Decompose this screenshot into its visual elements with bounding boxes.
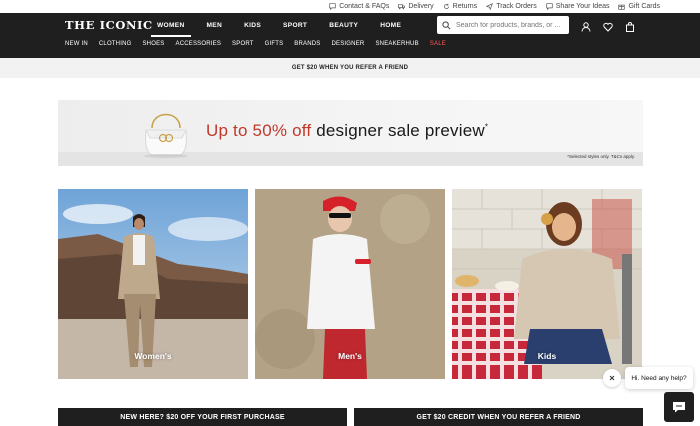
subnav-sneakerhub[interactable]: SNEAKERHUB: [375, 41, 418, 47]
banner-headline: Up to 50% off designer sale preview*: [206, 121, 488, 141]
shopping-bag-icon[interactable]: [625, 19, 635, 32]
tab-kids[interactable]: KIDS: [233, 13, 272, 37]
returns-link[interactable]: Returns: [443, 3, 478, 10]
banner-rest: designer sale preview: [311, 121, 485, 140]
banner-asterisk: *: [484, 122, 489, 132]
tile-womens-label: Women's: [134, 351, 172, 361]
close-icon: [609, 375, 615, 381]
header-icons: [581, 19, 635, 32]
speech-bubble-icon: [546, 3, 553, 10]
share-ideas-label: Share Your Ideas: [555, 3, 610, 10]
banner-highlight: Up to 50% off: [206, 121, 312, 140]
utility-bar: Contact & FAQs Delivery Returns Track Or…: [0, 0, 700, 13]
gift-icon: [618, 4, 626, 10]
tab-sport[interactable]: SPORT: [272, 13, 318, 37]
subnav-sport[interactable]: SPORT: [232, 41, 254, 47]
site-logo[interactable]: THE ICONIC: [65, 18, 153, 32]
track-orders-link[interactable]: Track Orders: [486, 3, 537, 10]
delivery-link[interactable]: Delivery: [398, 3, 434, 10]
share-ideas-link[interactable]: Share Your Ideas: [546, 3, 610, 10]
search-box[interactable]: [437, 16, 569, 34]
contact-label: Contact & FAQs: [339, 3, 390, 10]
tile-kids-label: Kids: [537, 351, 557, 361]
contact-link[interactable]: Contact & FAQs: [329, 3, 389, 10]
main-header: THE ICONIC WOMEN MEN KIDS SPORT BEAUTY H…: [0, 13, 700, 58]
return-arrow-icon: [443, 3, 449, 9]
track-orders-label: Track Orders: [496, 3, 537, 10]
tile-mens-label: Men's: [338, 351, 362, 361]
subnav-accessories[interactable]: ACCESSORIES: [176, 41, 222, 47]
subnav-designer[interactable]: DESIGNER: [332, 41, 365, 47]
tab-beauty[interactable]: BEAUTY: [318, 13, 369, 37]
returns-label: Returns: [452, 3, 478, 10]
search-icon: [442, 20, 451, 29]
delivery-label: Delivery: [408, 3, 434, 10]
paper-plane-icon: [486, 3, 494, 10]
truck-icon: [398, 4, 406, 10]
subnav-gifts[interactable]: GIFTS: [265, 41, 284, 47]
subnav-new-in[interactable]: NEW IN: [65, 41, 88, 47]
chat-greeting-bubble[interactable]: Hi. Need any help?: [625, 367, 693, 389]
search-input[interactable]: [456, 21, 566, 29]
refer-friend-promo-button[interactable]: GET $20 CREDIT WHEN YOU REFER A FRIEND: [354, 408, 643, 426]
subnav-shoes[interactable]: SHOES: [142, 41, 164, 47]
tab-women[interactable]: WOMEN: [146, 13, 196, 37]
sub-navigation: NEW IN CLOTHING SHOES ACCESSORIES SPORT …: [65, 41, 457, 47]
chat-launcher-button[interactable]: [664, 392, 694, 422]
chat-dismiss-button[interactable]: [603, 369, 621, 387]
sale-banner[interactable]: Up to 50% off designer sale preview* *Se…: [58, 100, 643, 166]
referral-promo-strip[interactable]: GET $20 WHEN YOU REFER A FRIEND: [0, 58, 700, 78]
subnav-sale[interactable]: SALE: [430, 41, 446, 47]
subnav-clothing[interactable]: CLOTHING: [99, 41, 132, 47]
account-icon[interactable]: [581, 19, 591, 32]
gift-cards-link[interactable]: Gift Cards: [618, 3, 660, 10]
gift-cards-label: Gift Cards: [628, 3, 660, 10]
category-tabs: WOMEN MEN KIDS SPORT BEAUTY HOME: [146, 13, 412, 37]
wishlist-heart-icon[interactable]: [603, 19, 613, 32]
tile-womens[interactable]: Women's: [58, 189, 248, 379]
first-purchase-promo-button[interactable]: NEW HERE? $20 OFF YOUR FIRST PURCHASE: [58, 408, 347, 426]
tab-men[interactable]: MEN: [196, 13, 234, 37]
banner-fine-print: *Selected styles only. T&Cs apply.: [567, 154, 635, 159]
handbag-image: [144, 113, 188, 158]
tile-kids[interactable]: Kids: [452, 189, 642, 379]
tab-home[interactable]: HOME: [369, 13, 412, 37]
subnav-brands[interactable]: BRANDS: [294, 41, 320, 47]
chat-icon: [673, 402, 685, 413]
chat-bubble-icon: [329, 3, 336, 10]
tile-mens[interactable]: Men's: [255, 189, 445, 379]
